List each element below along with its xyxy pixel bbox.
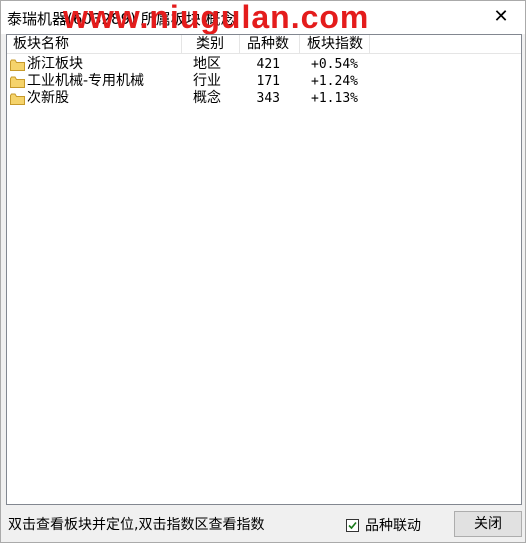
folder-icon <box>10 76 25 88</box>
column-header-count[interactable]: 品种数 <box>240 35 300 54</box>
list-row[interactable]: 浙江板块 地区 421 +0.54% <box>7 56 521 73</box>
row-name-cell: 浙江板块 <box>10 56 182 73</box>
folder-icon <box>10 93 25 105</box>
sector-name: 工业机械-专用机械 <box>27 73 145 89</box>
checkmark-icon <box>348 521 357 529</box>
close-button-label: 关闭 <box>474 516 502 532</box>
sector-index[interactable]: +0.54% <box>300 56 358 73</box>
link-checkbox-label[interactable]: 品种联动 <box>365 515 421 535</box>
sector-category: 行业 <box>193 73 221 89</box>
sector-name: 次新股 <box>27 90 69 106</box>
sector-category: 概念 <box>193 90 221 106</box>
row-name-cell: 次新股 <box>10 90 182 107</box>
row-name-cell: 工业机械-专用机械 <box>10 73 182 90</box>
close-icon[interactable]: ✕ <box>491 7 511 27</box>
sector-index[interactable]: +1.24% <box>300 73 358 90</box>
close-button[interactable]: 关闭 <box>454 511 522 537</box>
status-hint: 双击查看板块并定位,双击指数区查看指数 <box>8 517 265 533</box>
watermark-logo: www.niugulan.com <box>63 0 370 35</box>
list-row[interactable]: 次新股 概念 343 +1.13% <box>7 90 521 107</box>
column-header-name[interactable]: 板块名称 <box>7 35 182 54</box>
sector-count: 421 <box>256 57 280 72</box>
dialog-window: 泰瑞机器(603289) 所属板块 概念 www.niugulan.com ✕ … <box>0 0 526 543</box>
list-header: 板块名称 类别 品种数 板块指数 <box>7 35 521 54</box>
sector-count: 343 <box>256 91 280 106</box>
sector-name: 浙江板块 <box>27 56 83 72</box>
sector-count: 171 <box>256 74 280 89</box>
sector-index[interactable]: +1.13% <box>300 90 358 107</box>
title-bar[interactable]: 泰瑞机器(603289) 所属板块 概念 www.niugulan.com ✕ <box>1 0 525 35</box>
link-checkbox[interactable] <box>346 518 359 532</box>
sector-category: 地区 <box>193 56 221 72</box>
column-header-category[interactable]: 类别 <box>182 35 240 54</box>
link-checkbox-group[interactable]: 品种联动 <box>346 515 421 535</box>
folder-icon <box>10 59 25 71</box>
list-row[interactable]: 工业机械-专用机械 行业 171 +1.24% <box>7 73 521 90</box>
column-header-index[interactable]: 板块指数 <box>300 35 370 54</box>
sector-list[interactable]: 板块名称 类别 品种数 板块指数 浙江板块 地区 421 +0.54% 工业机械… <box>6 34 522 505</box>
